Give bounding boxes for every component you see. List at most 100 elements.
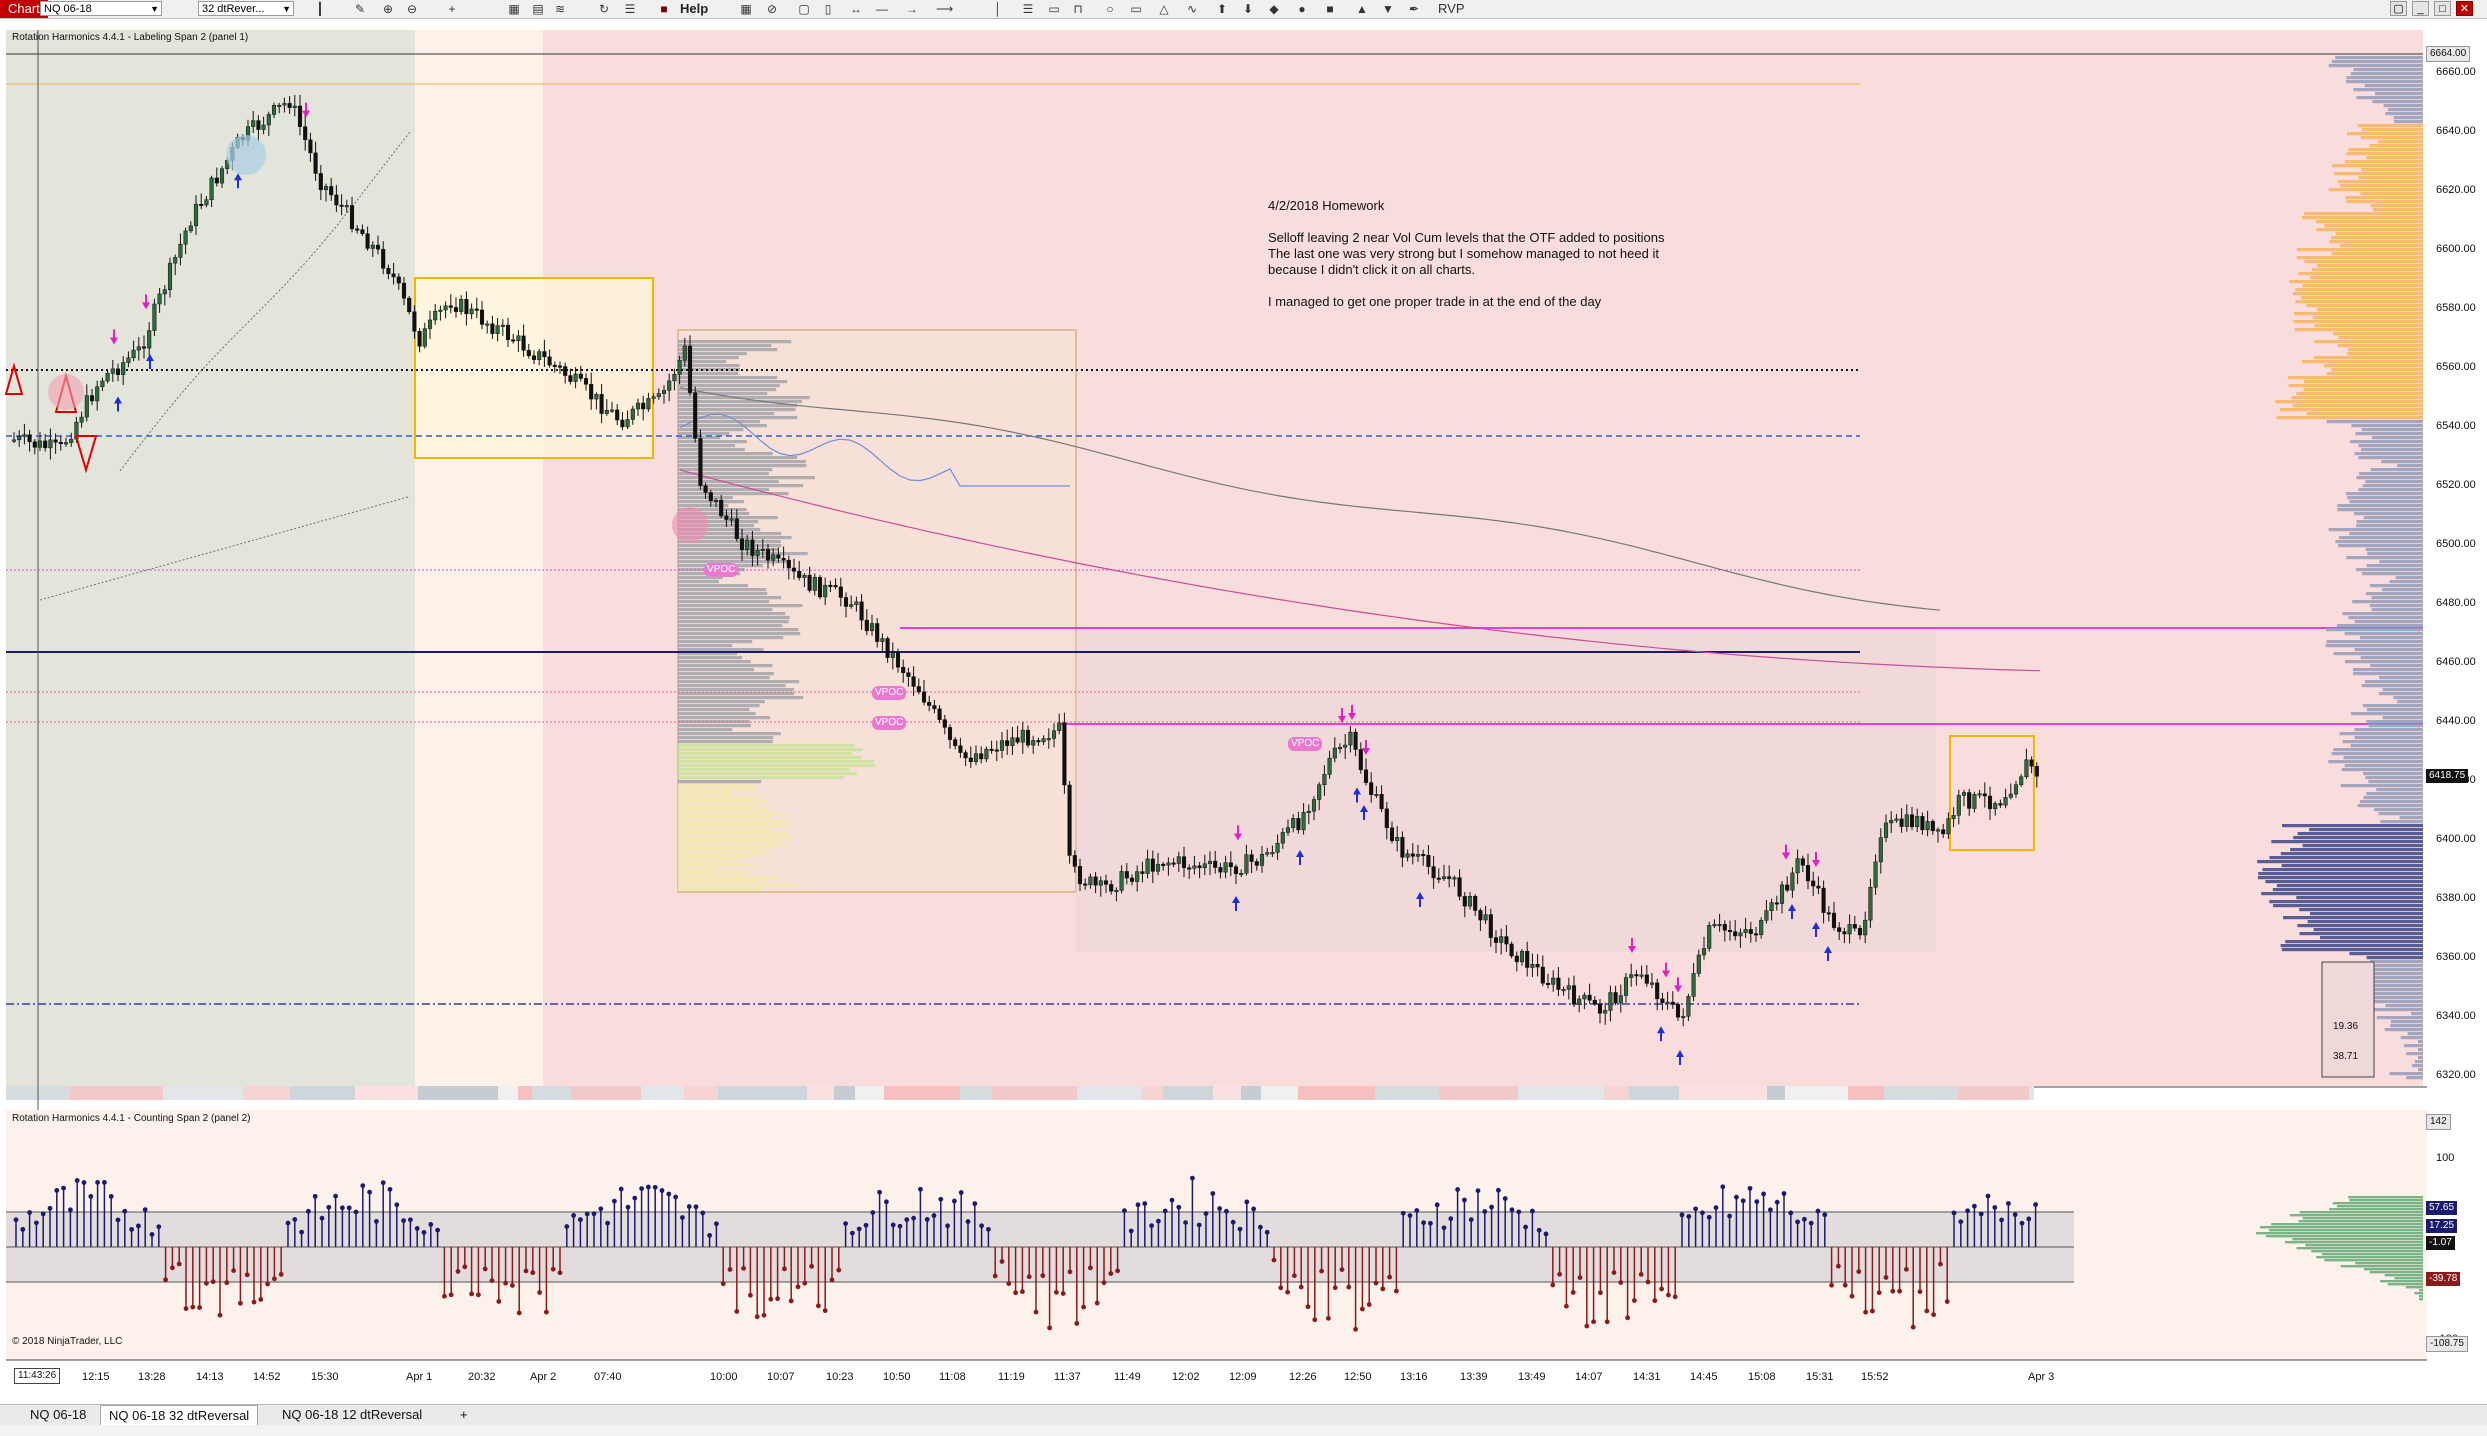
list-icon[interactable]: ☰	[622, 1, 638, 17]
time-axis-label: Apr 1	[406, 1371, 433, 1383]
candle-body	[890, 652, 895, 658]
indicator-icon[interactable]: ≋	[552, 1, 568, 17]
candle-body	[209, 177, 214, 200]
crosshair-icon[interactable]: +	[444, 1, 460, 17]
maximize-icon[interactable]: □	[2434, 1, 2451, 16]
note-line: The last one was very strong but I someh…	[1268, 246, 1659, 261]
line-tool-icon[interactable]: —	[874, 1, 890, 17]
counting-dot	[1870, 1308, 1875, 1314]
candle-body	[734, 518, 739, 540]
dot-icon[interactable]: ●	[1294, 1, 1310, 17]
candle-body	[261, 124, 266, 130]
rvp-button[interactable]: RVP	[1438, 0, 1465, 18]
counting-dot	[1400, 1210, 1406, 1216]
candle-body	[1275, 842, 1280, 853]
bar-chart-icon[interactable]: ┃	[312, 1, 328, 17]
right-profile-bar	[2304, 260, 2423, 264]
counting-dot	[1815, 1208, 1821, 1214]
right-profile-bar	[2344, 660, 2423, 664]
right-profile-bar	[2328, 188, 2423, 192]
extended-line-icon[interactable]: ⟶	[936, 1, 953, 17]
right-profile-bar	[2358, 456, 2423, 460]
tab-nq-06-18[interactable]: NQ 06-18	[22, 1405, 94, 1424]
candle-body	[448, 305, 453, 308]
restore-icon[interactable]: ▢	[2390, 1, 2407, 16]
pen-icon[interactable]: ✒	[1406, 1, 1422, 17]
strip-segment	[571, 1086, 641, 1100]
zoom-out-icon[interactable]: ⊖	[404, 1, 420, 17]
time-axis-label: 15:30	[311, 1371, 339, 1383]
triangle-tool-icon[interactable]: △	[1156, 1, 1172, 17]
diamond-icon[interactable]: ◆	[1266, 1, 1282, 17]
zoom-in-icon[interactable]: ⊕	[380, 1, 396, 17]
right-profile-bar	[2414, 1060, 2423, 1064]
counting-dot	[598, 1206, 604, 1212]
candle-body	[1842, 931, 1847, 935]
ellipse-tool-icon[interactable]: ○	[1102, 1, 1118, 17]
arrow-line-icon[interactable]: →	[904, 1, 920, 17]
fibonacci-icon[interactable]: ⊘	[764, 1, 780, 17]
square-icon[interactable]: ■	[1322, 1, 1338, 17]
candle-body	[167, 262, 173, 291]
counting-dot	[1591, 1319, 1596, 1325]
column-tool-icon[interactable]: ▯	[820, 1, 836, 17]
text-tool-icon[interactable]: ▭	[1046, 1, 1062, 17]
ray-tool-icon[interactable]: ↔	[848, 1, 864, 17]
calendar-icon[interactable]: ▦	[738, 1, 754, 17]
right-profile-bar	[2368, 780, 2423, 784]
counting-dot	[1122, 1208, 1127, 1214]
book-icon[interactable]: ■	[656, 1, 672, 17]
arrow-down-icon[interactable]: ⬇	[1240, 1, 1256, 17]
horizontal-line-icon[interactable]: ☰	[1020, 1, 1036, 17]
strategy-icon[interactable]: ▤	[530, 1, 546, 17]
profile-bar	[678, 772, 858, 776]
candle-body	[323, 186, 329, 191]
counting-dot	[115, 1217, 121, 1223]
chart-line-icon[interactable]: ∿	[1184, 1, 1200, 17]
right-profile-bar	[2338, 544, 2423, 548]
refresh-icon[interactable]: ↻	[596, 1, 612, 17]
triangle-down-icon[interactable]: ▼	[1380, 1, 1396, 17]
price-chart[interactable]	[0, 18, 2487, 1404]
candle-body	[1764, 910, 1769, 921]
help-button[interactable]: Help	[680, 0, 708, 18]
arrow-up-icon[interactable]: ⬆	[1214, 1, 1230, 17]
candle-body	[313, 152, 318, 174]
candle-body	[849, 604, 854, 607]
candle-body	[1421, 854, 1426, 857]
profile-bar	[678, 596, 782, 600]
candle-body	[1119, 871, 1124, 891]
rectangle-tool-icon[interactable]: ▢	[796, 1, 812, 17]
candle-body	[271, 105, 277, 115]
candle-body	[360, 229, 365, 234]
instrument-selector[interactable]: NQ 06-18 ▼	[40, 1, 162, 16]
profile-bar	[678, 792, 732, 796]
candle-body	[573, 373, 578, 382]
candle-body	[1207, 860, 1213, 864]
tab-32-dtreversal[interactable]: NQ 06-18 32 dtReversal	[100, 1405, 259, 1425]
properties-icon[interactable]: ▦	[506, 1, 522, 17]
candle-body	[667, 380, 672, 391]
close-icon[interactable]: ✕	[2456, 1, 2473, 16]
region-tool-icon[interactable]: ⊓	[1070, 1, 1086, 17]
add-tab-button[interactable]: +	[452, 1405, 476, 1424]
vertical-line-icon[interactable]: │	[990, 1, 1006, 17]
counting-dot	[680, 1215, 685, 1220]
triangle-up-icon[interactable]: ▲	[1354, 1, 1370, 17]
profile-bar	[678, 808, 770, 812]
right-profile-bar	[2289, 280, 2423, 284]
right-profile-bar	[2397, 464, 2423, 468]
right-profile-bar	[2314, 340, 2423, 344]
counting-dot	[1720, 1184, 1726, 1190]
minimize-icon[interactable]: _	[2412, 1, 2429, 16]
profile-bar	[678, 448, 745, 452]
bars-type-selector[interactable]: 32 dtRever... ▼	[198, 1, 294, 16]
right-profile-bar	[2385, 1004, 2423, 1008]
strip-segment	[855, 1086, 884, 1100]
counting-dot	[163, 1277, 169, 1283]
pencil-icon[interactable]: ✎	[352, 1, 368, 17]
tab-12-dtreversal[interactable]: NQ 06-18 12 dtReversal	[274, 1405, 430, 1424]
right-profile-bar	[2325, 644, 2423, 648]
candle-body	[776, 554, 781, 559]
rect-tool-icon[interactable]: ▭	[1128, 1, 1144, 17]
